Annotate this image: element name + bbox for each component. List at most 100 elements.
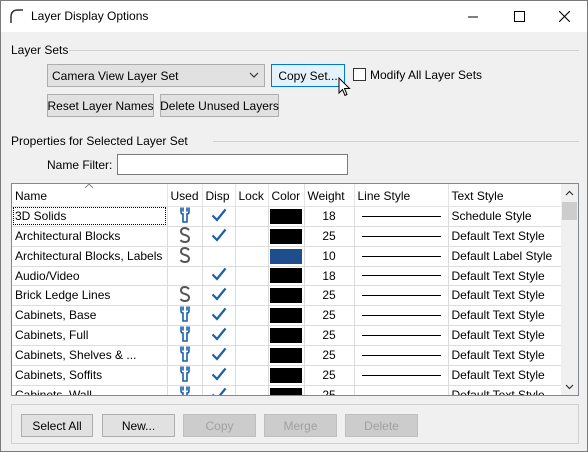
table-row[interactable]: 3D Solids 18 Schedule Style: [12, 206, 563, 227]
cell-lock[interactable]: [235, 325, 269, 346]
cell-used[interactable]: [167, 385, 203, 395]
scroll-down-button[interactable]: [561, 378, 578, 395]
cell-used[interactable]: [167, 266, 203, 286]
cell-weight[interactable]: 10: [304, 246, 355, 267]
table-row[interactable]: Audio/Video 18 Default Text Style: [12, 266, 563, 286]
cell-weight[interactable]: 25: [304, 345, 355, 366]
column-header-used[interactable]: Used: [167, 184, 203, 207]
cell-text-style[interactable]: Default Label Style: [448, 246, 563, 267]
cell-lock[interactable]: [235, 226, 269, 247]
cell-lock[interactable]: [235, 345, 269, 366]
cell-text-style[interactable]: Default Text Style: [448, 305, 563, 326]
cell-lock[interactable]: [235, 266, 269, 286]
column-header-weight[interactable]: Weight: [304, 184, 355, 207]
copy-button[interactable]: Copy: [183, 414, 256, 437]
new-button[interactable]: New...: [102, 414, 175, 437]
cell-text-style[interactable]: Default Text Style: [448, 345, 563, 366]
minimize-button[interactable]: [450, 1, 496, 32]
name-filter-input[interactable]: [117, 154, 348, 175]
cell-name[interactable]: Brick Ledge Lines: [12, 285, 168, 306]
cell-text-style[interactable]: Default Text Style: [448, 365, 563, 386]
cell-name[interactable]: Cabinets, Wall: [12, 385, 168, 395]
cell-line-style[interactable]: [354, 385, 449, 395]
cell-disp[interactable]: [202, 365, 236, 386]
cell-used[interactable]: [167, 325, 203, 346]
cell-line-style[interactable]: [354, 285, 449, 306]
scroll-up-button[interactable]: [561, 184, 578, 201]
cell-used[interactable]: [167, 305, 203, 326]
cell-line-style[interactable]: [354, 305, 449, 326]
cell-name[interactable]: 3D Solids: [12, 206, 168, 227]
cell-disp[interactable]: [202, 226, 236, 247]
cell-used[interactable]: [167, 226, 203, 247]
cell-weight[interactable]: 25: [304, 385, 355, 395]
table-row[interactable]: Cabinets, Shelves & ... 25 Default Text St…: [12, 345, 563, 366]
cell-weight[interactable]: 25: [304, 305, 355, 326]
merge-button[interactable]: Merge: [264, 414, 337, 437]
column-header-color[interactable]: Color: [268, 184, 305, 207]
column-header-line-style[interactable]: Line Style: [354, 184, 449, 207]
delete-button[interactable]: Delete: [345, 414, 418, 437]
cell-weight[interactable]: 25: [304, 365, 355, 386]
table-row[interactable]: Architectural Blocks, Labels 10 Default La…: [12, 246, 563, 267]
table-row[interactable]: Brick Ledge Lines 25 Default Text Style: [12, 285, 563, 306]
table-row[interactable]: Cabinets, Wall 25 Default Text Style: [12, 385, 563, 395]
cell-name[interactable]: Cabinets, Soffits: [12, 365, 168, 386]
cell-name[interactable]: Cabinets, Base: [12, 305, 168, 326]
cell-color[interactable]: [268, 246, 305, 267]
table-row[interactable]: Cabinets, Soffits 25 Default Text Style: [12, 365, 563, 386]
copy-set-button[interactable]: Copy Set...: [271, 64, 345, 87]
cell-color[interactable]: [268, 365, 305, 386]
column-header-name[interactable]: Name: [12, 184, 168, 207]
column-header-text-style[interactable]: Text Style: [448, 184, 563, 207]
cell-text-style[interactable]: Default Text Style: [448, 226, 563, 247]
cell-color[interactable]: [268, 206, 305, 227]
table-row[interactable]: Cabinets, Base 25 Default Text Style: [12, 305, 563, 326]
cell-used[interactable]: [167, 246, 203, 267]
cell-color[interactable]: [268, 226, 305, 247]
cell-used[interactable]: [167, 365, 203, 386]
cell-lock[interactable]: [235, 206, 269, 227]
cell-line-style[interactable]: [354, 246, 449, 267]
cell-text-style[interactable]: Default Text Style: [448, 325, 563, 346]
cell-line-style[interactable]: [354, 226, 449, 247]
cell-used[interactable]: [167, 206, 203, 227]
cell-line-style[interactable]: [354, 365, 449, 386]
cell-used[interactable]: [167, 345, 203, 366]
cell-lock[interactable]: [235, 385, 269, 395]
cell-text-style[interactable]: Default Text Style: [448, 385, 563, 395]
cell-name[interactable]: Architectural Blocks: [12, 226, 168, 247]
cell-color[interactable]: [268, 345, 305, 366]
cell-weight[interactable]: 18: [304, 266, 355, 286]
cell-lock[interactable]: [235, 365, 269, 386]
cell-line-style[interactable]: [354, 325, 449, 346]
cell-line-style[interactable]: [354, 206, 449, 227]
cell-disp[interactable]: [202, 325, 236, 346]
cell-text-style[interactable]: Default Text Style: [448, 266, 563, 286]
cell-name[interactable]: Architectural Blocks, Labels: [12, 246, 168, 267]
cell-text-style[interactable]: Schedule Style: [448, 206, 563, 227]
cell-line-style[interactable]: [354, 266, 449, 286]
cell-line-style[interactable]: [354, 345, 449, 366]
cell-color[interactable]: [268, 305, 305, 326]
cell-text-style[interactable]: Default Text Style: [448, 285, 563, 306]
reset-layer-names-button[interactable]: Reset Layer Names: [47, 94, 154, 117]
cell-disp[interactable]: [202, 305, 236, 326]
cell-disp[interactable]: [202, 385, 236, 395]
cell-color[interactable]: [268, 385, 305, 395]
cell-disp[interactable]: [202, 206, 236, 227]
cell-weight[interactable]: 25: [304, 226, 355, 247]
cell-disp[interactable]: [202, 266, 236, 286]
cell-name[interactable]: Audio/Video: [12, 266, 168, 286]
maximize-button[interactable]: [496, 1, 542, 32]
scrollbar-thumb[interactable]: [562, 202, 577, 220]
cell-disp[interactable]: [202, 345, 236, 366]
cell-color[interactable]: [268, 266, 305, 286]
cell-weight[interactable]: 18: [304, 206, 355, 227]
cell-color[interactable]: [268, 285, 305, 306]
modify-all-checkbox[interactable]: [353, 68, 366, 81]
delete-unused-layers-button[interactable]: Delete Unused Layers: [160, 94, 279, 117]
select-all-button[interactable]: Select All: [21, 414, 93, 437]
cell-lock[interactable]: [235, 305, 269, 326]
cell-weight[interactable]: 25: [304, 325, 355, 346]
